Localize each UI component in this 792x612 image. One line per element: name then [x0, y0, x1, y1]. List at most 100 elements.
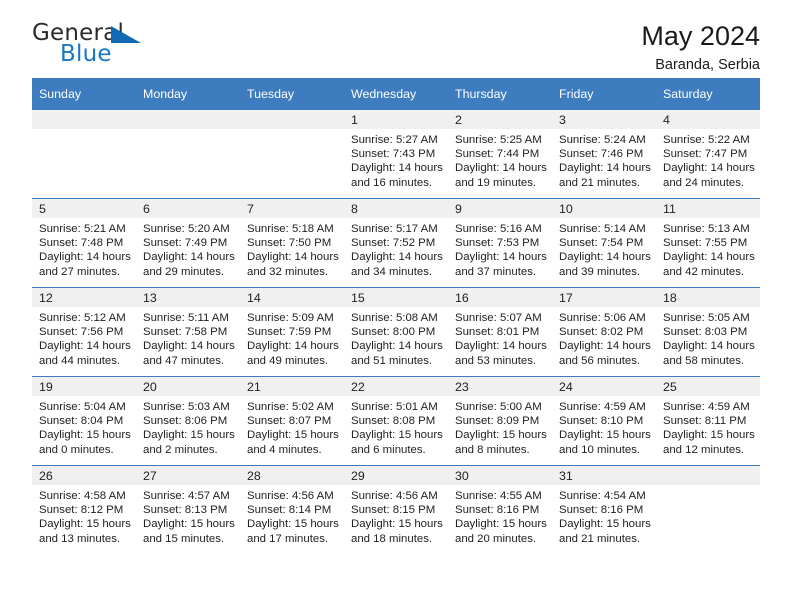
calendar-day-cell[interactable]: 16 Sunrise: 5:07 AM Sunset: 8:01 PM Dayligh… [448, 287, 552, 377]
day-number: 26 [32, 466, 136, 485]
sunset-text: Sunset: 7:47 PM [663, 148, 748, 161]
sunrise-text: Sunrise: 5:08 AM [351, 312, 438, 324]
day-cell-content: 30 Sunrise: 4:55 AM Sunset: 8:16 PM Dayligh… [448, 466, 552, 554]
calendar-day-cell[interactable]: 17 Sunrise: 5:06 AM Sunset: 8:02 PM Dayligh… [552, 287, 656, 377]
calendar-day-cell[interactable]: 6 Sunrise: 5:20 AM Sunset: 7:49 PM Daylight… [136, 198, 240, 288]
calendar-day-cell[interactable]: 11 Sunrise: 5:13 AM Sunset: 7:55 PM Dayligh… [656, 198, 760, 288]
calendar-day-cell[interactable]: 20 Sunrise: 5:03 AM Sunset: 8:06 PM Dayligh… [136, 376, 240, 466]
calendar-day-cell[interactable]: 26 Sunrise: 4:58 AM Sunset: 8:12 PM Dayligh… [32, 465, 136, 554]
calendar-day-cell[interactable]: 31 Sunrise: 4:54 AM Sunset: 8:16 PM Dayligh… [552, 465, 656, 554]
sunrise-text: Sunrise: 4:55 AM [455, 490, 542, 502]
calendar-day-cell [240, 110, 344, 199]
calendar-day-cell[interactable]: 4 Sunrise: 5:22 AM Sunset: 7:47 PM Daylight… [656, 110, 760, 199]
day-cell-content: 5 Sunrise: 5:21 AM Sunset: 7:48 PM Daylight… [32, 199, 136, 287]
calendar-day-cell[interactable]: 27 Sunrise: 4:57 AM Sunset: 8:13 PM Dayligh… [136, 465, 240, 554]
sunrise-text: Sunrise: 4:59 AM [559, 401, 646, 413]
day-details: Sunrise: 4:54 AM Sunset: 8:16 PM Daylight:… [552, 485, 656, 546]
calendar-week-row: 19 Sunrise: 5:04 AM Sunset: 8:04 PM Dayligh… [32, 376, 760, 466]
day-details: Sunrise: 5:02 AM Sunset: 8:07 PM Daylight:… [240, 396, 344, 457]
calendar-day-cell[interactable]: 19 Sunrise: 5:04 AM Sunset: 8:04 PM Dayligh… [32, 376, 136, 466]
daylight-text-line1: Daylight: 15 hours [247, 429, 339, 442]
day-number: 10 [552, 199, 656, 218]
title-block: May 2024 Baranda, Serbia [641, 21, 760, 74]
daylight-text-line1: Daylight: 15 hours [663, 429, 755, 442]
calendar-day-cell[interactable]: 24 Sunrise: 4:59 AM Sunset: 8:10 PM Dayligh… [552, 376, 656, 466]
day-number [136, 110, 240, 129]
weekday-header-wednesday: Wednesday [344, 78, 448, 110]
calendar-day-cell[interactable]: 2 Sunrise: 5:25 AM Sunset: 7:44 PM Daylight… [448, 110, 552, 199]
calendar-day-cell[interactable]: 25 Sunrise: 4:59 AM Sunset: 8:11 PM Dayligh… [656, 376, 760, 466]
sunrise-text: Sunrise: 4:54 AM [559, 490, 646, 502]
day-number: 15 [344, 288, 448, 307]
calendar-day-cell[interactable]: 8 Sunrise: 5:17 AM Sunset: 7:52 PM Daylight… [344, 198, 448, 288]
calendar-day-cell[interactable]: 3 Sunrise: 5:24 AM Sunset: 7:46 PM Daylight… [552, 110, 656, 199]
calendar-day-cell[interactable]: 23 Sunrise: 5:00 AM Sunset: 8:09 PM Dayligh… [448, 376, 552, 466]
day-cell-content: 10 Sunrise: 5:14 AM Sunset: 7:54 PM Dayligh… [552, 199, 656, 287]
day-details: Sunrise: 4:56 AM Sunset: 8:15 PM Daylight:… [344, 485, 448, 546]
calendar-day-cell[interactable]: 21 Sunrise: 5:02 AM Sunset: 8:07 PM Dayligh… [240, 376, 344, 466]
day-cell-content [136, 110, 240, 198]
day-cell-content [240, 110, 344, 198]
day-cell-content: 16 Sunrise: 5:07 AM Sunset: 8:01 PM Dayligh… [448, 288, 552, 376]
daylight-text-line1: Daylight: 14 hours [663, 162, 755, 175]
sunset-text: Sunset: 8:12 PM [39, 504, 124, 517]
day-number: 19 [32, 377, 136, 396]
sunrise-text: Sunrise: 5:11 AM [143, 312, 229, 324]
daylight-text-line1: Daylight: 14 hours [247, 340, 339, 353]
day-cell-content: 7 Sunrise: 5:18 AM Sunset: 7:50 PM Daylight… [240, 199, 344, 287]
daylight-text-line1: Daylight: 14 hours [455, 162, 547, 175]
daylight-text-line2: and 58 minutes. [663, 354, 745, 367]
day-number: 28 [240, 466, 344, 485]
calendar-day-cell[interactable]: 22 Sunrise: 5:01 AM Sunset: 8:08 PM Dayligh… [344, 376, 448, 466]
calendar-body: 1 Sunrise: 5:27 AM Sunset: 7:43 PM Daylight… [32, 110, 760, 554]
day-cell-content: 14 Sunrise: 5:09 AM Sunset: 7:59 PM Dayligh… [240, 288, 344, 376]
day-number: 31 [552, 466, 656, 485]
day-number: 18 [656, 288, 760, 307]
calendar-day-cell[interactable]: 29 Sunrise: 4:56 AM Sunset: 8:15 PM Dayligh… [344, 465, 448, 554]
sunrise-text: Sunrise: 5:06 AM [559, 312, 646, 324]
calendar-day-cell[interactable]: 15 Sunrise: 5:08 AM Sunset: 8:00 PM Dayligh… [344, 287, 448, 377]
day-cell-content: 22 Sunrise: 5:01 AM Sunset: 8:08 PM Dayligh… [344, 377, 448, 465]
daylight-text-line2: and 24 minutes. [663, 176, 745, 189]
sunrise-text: Sunrise: 5:09 AM [247, 312, 334, 324]
day-cell-content: 25 Sunrise: 4:59 AM Sunset: 8:11 PM Dayligh… [656, 377, 760, 465]
day-cell-content: 31 Sunrise: 4:54 AM Sunset: 8:16 PM Dayligh… [552, 466, 656, 554]
day-cell-content: 13 Sunrise: 5:11 AM Sunset: 7:58 PM Dayligh… [136, 288, 240, 376]
calendar-head: Sunday Monday Tuesday Wednesday Thursday… [32, 78, 760, 110]
weekday-header-row: Sunday Monday Tuesday Wednesday Thursday… [32, 78, 760, 110]
calendar-day-cell[interactable]: 30 Sunrise: 4:55 AM Sunset: 8:16 PM Dayligh… [448, 465, 552, 554]
day-details: Sunrise: 5:14 AM Sunset: 7:54 PM Daylight:… [552, 218, 656, 279]
page-title: May 2024 [641, 21, 760, 51]
calendar-day-cell[interactable]: 18 Sunrise: 5:05 AM Sunset: 8:03 PM Dayligh… [656, 287, 760, 377]
daylight-text-line2: and 19 minutes. [455, 176, 537, 189]
calendar-day-cell[interactable]: 13 Sunrise: 5:11 AM Sunset: 7:58 PM Dayligh… [136, 287, 240, 377]
calendar-day-cell[interactable]: 10 Sunrise: 5:14 AM Sunset: 7:54 PM Dayligh… [552, 198, 656, 288]
day-details: Sunrise: 5:07 AM Sunset: 8:01 PM Daylight:… [448, 307, 552, 368]
calendar-day-cell[interactable]: 28 Sunrise: 4:56 AM Sunset: 8:14 PM Dayligh… [240, 465, 344, 554]
daylight-text-line1: Daylight: 15 hours [351, 518, 443, 531]
day-details: Sunrise: 5:00 AM Sunset: 8:09 PM Daylight:… [448, 396, 552, 457]
day-details: Sunrise: 5:18 AM Sunset: 7:50 PM Daylight:… [240, 218, 344, 279]
weekday-header-sunday: Sunday [32, 78, 136, 110]
day-cell-content [656, 466, 760, 554]
calendar-day-cell[interactable]: 1 Sunrise: 5:27 AM Sunset: 7:43 PM Daylight… [344, 110, 448, 199]
day-details: Sunrise: 4:58 AM Sunset: 8:12 PM Daylight:… [32, 485, 136, 546]
page-subtitle: Baranda, Serbia [655, 57, 760, 74]
calendar-day-cell[interactable]: 14 Sunrise: 5:09 AM Sunset: 7:59 PM Dayligh… [240, 287, 344, 377]
calendar-day-cell[interactable]: 12 Sunrise: 5:12 AM Sunset: 7:56 PM Dayligh… [32, 287, 136, 377]
sunset-text: Sunset: 7:54 PM [559, 237, 644, 250]
day-number: 25 [656, 377, 760, 396]
calendar-day-cell[interactable]: 7 Sunrise: 5:18 AM Sunset: 7:50 PM Daylight… [240, 198, 344, 288]
calendar-day-cell[interactable]: 5 Sunrise: 5:21 AM Sunset: 7:48 PM Daylight… [32, 198, 136, 288]
calendar-day-cell[interactable]: 9 Sunrise: 5:16 AM Sunset: 7:53 PM Daylight… [448, 198, 552, 288]
sunrise-text: Sunrise: 5:13 AM [663, 223, 750, 235]
sunset-text: Sunset: 7:44 PM [455, 148, 540, 161]
daylight-text-line1: Daylight: 14 hours [559, 251, 651, 264]
sunset-text: Sunset: 8:09 PM [455, 415, 540, 428]
daylight-text-line1: Daylight: 14 hours [559, 162, 651, 175]
day-number: 11 [656, 199, 760, 218]
sunset-text: Sunset: 8:13 PM [143, 504, 228, 517]
day-cell-content: 4 Sunrise: 5:22 AM Sunset: 7:47 PM Daylight… [656, 110, 760, 198]
day-cell-content: 3 Sunrise: 5:24 AM Sunset: 7:46 PM Daylight… [552, 110, 656, 198]
daylight-text-line1: Daylight: 15 hours [455, 429, 547, 442]
